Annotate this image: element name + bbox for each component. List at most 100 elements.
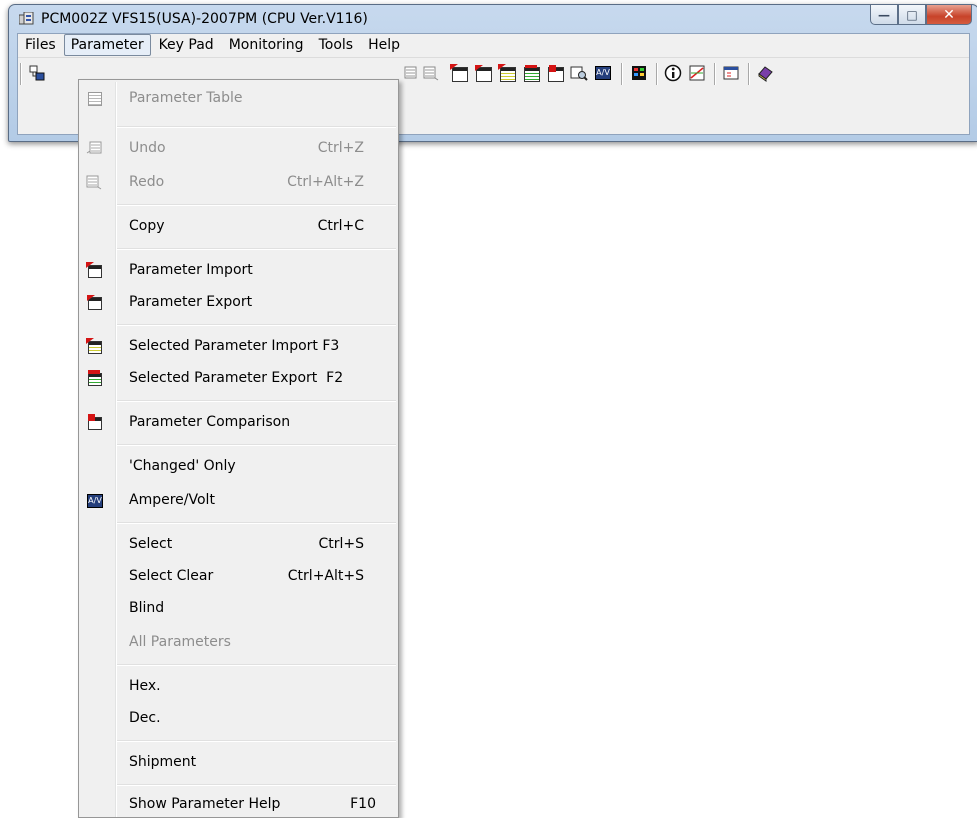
menu-item-parameter-export[interactable]: Parameter Export [81, 290, 396, 314]
toolbar-separator [621, 63, 623, 85]
selected-export-icon [86, 370, 102, 386]
window-title: PCM002Z VFS15(USA)-2007PM (CPU Ver.V116) [41, 11, 368, 27]
menu-separator [117, 444, 396, 446]
menu-separator [117, 784, 396, 786]
menu-item-label: All Parameters [129, 634, 231, 650]
menu-item-selected-parameter-import[interactable]: Selected Parameter Import F3 [81, 334, 396, 358]
undo-icon [86, 140, 102, 156]
menu-item-label: Copy [129, 218, 165, 234]
menu-separator [117, 664, 396, 666]
close-icon: ✕ [943, 6, 955, 23]
menu-item-label: Shipment [129, 754, 197, 770]
selected-export-icon[interactable] [522, 64, 540, 82]
menu-parameter[interactable]: Parameter [63, 34, 151, 56]
menu-item-parameter-import[interactable]: Parameter Import [81, 258, 396, 282]
parameter-comparison-icon [86, 414, 102, 430]
info-icon[interactable] [664, 64, 682, 82]
redo-icon [86, 174, 102, 190]
menu-item-label: 'Changed' Only [129, 458, 236, 474]
toolbar-separator [714, 63, 716, 85]
menu-item-select[interactable]: Select Ctrl+S [81, 532, 396, 556]
minimize-icon: — [878, 7, 890, 22]
menu-separator [117, 740, 396, 742]
ampere-volt-icon[interactable]: A/V [594, 64, 612, 82]
menu-item-label: Show Parameter Help [129, 796, 281, 812]
menu-item-label: Dec. [129, 710, 161, 726]
maximize-button[interactable]: □ [898, 5, 926, 25]
menu-item-label: Undo [129, 140, 166, 156]
find-icon[interactable] [570, 64, 588, 82]
menu-files[interactable]: Files [18, 34, 63, 56]
menu-item-label: Ampere/Volt [129, 492, 215, 508]
maximize-icon: □ [906, 7, 918, 22]
menu-item-shortcut: Ctrl+S [318, 536, 364, 552]
menu-item-blind[interactable]: Blind [81, 596, 396, 620]
menu-item-copy[interactable]: Copy Ctrl+C [81, 214, 396, 238]
menu-separator [117, 400, 396, 402]
parameter-comparison-icon[interactable] [546, 64, 564, 82]
table-icon [86, 90, 102, 106]
menu-item-redo[interactable]: Redo Ctrl+Alt+Z [81, 170, 396, 194]
undo-icon[interactable] [400, 64, 418, 82]
menu-item-label: Hex. [129, 678, 161, 694]
menu-item-label: Select Clear [129, 568, 214, 584]
menu-separator [117, 522, 396, 524]
menu-item-label: Parameter Export [129, 294, 253, 310]
ampere-volt-icon: A/V [86, 492, 103, 508]
title-bar[interactable]: PCM002Z VFS15(USA)-2007PM (CPU Ver.V116)… [9, 5, 977, 33]
menu-item-select-clear[interactable]: Select Clear Ctrl+Alt+S [81, 564, 396, 588]
menu-item-hex[interactable]: Hex. [81, 674, 396, 698]
minimize-button[interactable]: — [870, 5, 898, 25]
menu-item-label: Parameter Import [129, 262, 253, 278]
menu-item-changed-only[interactable]: 'Changed' Only [81, 454, 396, 478]
menu-item-ampere-volt[interactable]: A/V Ampere/Volt [81, 488, 396, 512]
menu-item-label: Selected Parameter Import F3 [129, 338, 340, 354]
menu-item-parameter-comparison[interactable]: Parameter Comparison [81, 410, 396, 434]
menu-separator [117, 126, 396, 128]
menu-item-label: Blind [129, 600, 165, 616]
window-icon[interactable] [722, 64, 740, 82]
menu-item-shortcut: Ctrl+Alt+S [287, 568, 364, 584]
menu-item-shortcut: Ctrl+Alt+Z [287, 174, 364, 190]
window-controls: — □ ✕ [870, 5, 972, 25]
menu-item-label: Parameter Table [129, 90, 243, 106]
menu-item-shortcut: Ctrl+C [317, 218, 364, 234]
close-button[interactable]: ✕ [926, 5, 972, 25]
parameter-import-icon[interactable] [450, 64, 468, 82]
menu-item-dec[interactable]: Dec. [81, 706, 396, 730]
menu-item-label: Selected Parameter Export F2 [129, 370, 344, 386]
menu-bar: Files Parameter Key Pad Monitoring Tools… [18, 34, 969, 56]
parameter-import-icon [86, 262, 102, 278]
menu-item-shortcut: F10 [350, 796, 376, 812]
menu-item-undo[interactable]: Undo Ctrl+Z [81, 136, 396, 160]
menu-item-shipment[interactable]: Shipment [81, 750, 396, 774]
monitor-icon[interactable] [630, 64, 648, 82]
parameter-export-icon [86, 294, 102, 310]
menu-item-shortcut: Ctrl+Z [317, 140, 364, 156]
parameter-export-icon[interactable] [474, 64, 492, 82]
menu-item-label: Parameter Comparison [129, 414, 291, 430]
menu-item-show-parameter-help[interactable]: Show Parameter Help F10 [81, 792, 396, 816]
app-icon [19, 12, 34, 25]
menu-monitoring[interactable]: Monitoring [222, 34, 311, 56]
menu-item-label: Redo [129, 174, 165, 190]
selected-import-icon[interactable] [498, 64, 516, 82]
toolbar-separator [20, 63, 22, 85]
menu-item-all-parameters[interactable]: All Parameters [81, 630, 396, 654]
menu-item-parameter-table[interactable]: Parameter Table [81, 86, 396, 110]
toolbar-separator [748, 63, 750, 85]
book-icon[interactable] [756, 64, 774, 82]
redo-icon[interactable] [422, 64, 440, 82]
selected-import-icon [86, 338, 102, 354]
chart-icon[interactable] [688, 64, 706, 82]
menu-separator [117, 324, 396, 326]
menu-separator [117, 248, 396, 250]
menu-separator [117, 204, 396, 206]
parameter-menu-dropdown: Parameter Table Undo Ctrl+Z Redo Ctrl+Al… [78, 79, 399, 818]
menu-help[interactable]: Help [361, 34, 407, 56]
toolbar-separator [656, 63, 658, 85]
menu-key-pad[interactable]: Key Pad [152, 34, 221, 56]
menu-tools[interactable]: Tools [312, 34, 361, 56]
menu-item-selected-parameter-export[interactable]: Selected Parameter Export F2 [81, 366, 396, 390]
connect-icon[interactable] [28, 64, 46, 82]
